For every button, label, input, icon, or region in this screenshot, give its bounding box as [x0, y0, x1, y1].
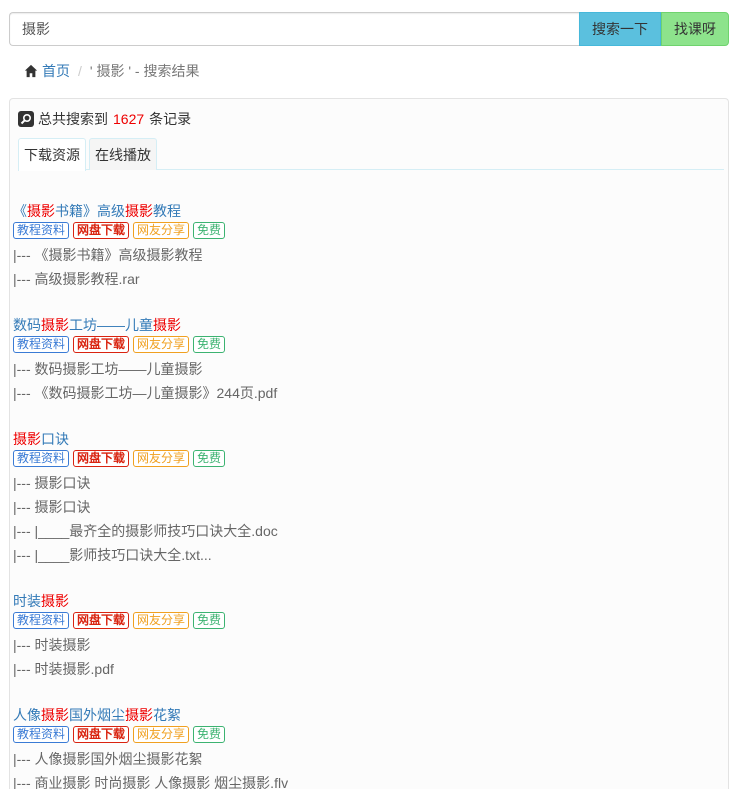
- summary-prefix: 总共搜索到: [38, 111, 108, 127]
- tag-user-share: 网友分享: [133, 222, 190, 239]
- title-text: 国外烟尘: [69, 707, 125, 723]
- title-keyword: 摄影: [27, 203, 55, 219]
- tag-user-share: 网友分享: [133, 726, 190, 743]
- result-tags: 教程资料 网盘下载 网友分享 免费: [13, 222, 725, 240]
- result-item: 摄影口诀 教程资料 网盘下载 网友分享 免费 |--- 摄影口诀 |--- 摄影口诀 |---…: [13, 429, 725, 568]
- result-item: 数码摄影工坊——儿童摄影 教程资料 网盘下载 网友分享 免费 |--- 数码摄影工坊——儿…: [13, 315, 725, 406]
- title-text: 人像: [13, 707, 41, 723]
- result-item: 人像摄影国外烟尘摄影花絮 教程资料 网盘下载 网友分享 免费 |--- 人像摄影国外烟尘摄…: [13, 705, 725, 789]
- title-keyword: 摄影: [13, 431, 41, 447]
- result-item: 时装摄影 教程资料 网盘下载 网友分享 免费 |--- 时装摄影 |--- 时装摄影.pdf: [13, 591, 725, 682]
- results-panel: 总共搜索到 1627 条记录 下载资源 在线播放 《摄影书籍》高级摄影教程 教程资…: [9, 98, 729, 789]
- breadcrumb-separator: /: [78, 63, 82, 79]
- result-title-link[interactable]: 时装摄影: [13, 591, 725, 611]
- tag-free: 免费: [193, 450, 226, 467]
- file-entry: |--- 高级摄影教程.rar: [13, 271, 140, 287]
- tag-netdisk-download: 网盘下载: [73, 726, 130, 743]
- title-text: 《: [13, 203, 27, 219]
- tag-free: 免费: [193, 336, 226, 353]
- search-button[interactable]: 搜索一下: [579, 12, 661, 46]
- title-text: 时装: [13, 593, 41, 609]
- tag-user-share: 网友分享: [133, 336, 190, 353]
- result-tags: 教程资料 网盘下载 网友分享 免费: [13, 450, 725, 468]
- title-text: 花絮: [153, 707, 181, 723]
- result-title-link[interactable]: 《摄影书籍》高级摄影教程: [13, 201, 725, 221]
- result-tabs: 下载资源 在线播放: [18, 138, 724, 171]
- tag-netdisk-download: 网盘下载: [73, 612, 130, 629]
- file-entry: |--- 《摄影书籍》高级摄影教程: [13, 247, 203, 263]
- tag-free: 免费: [193, 726, 226, 743]
- result-tags: 教程资料 网盘下载 网友分享 免费: [13, 726, 725, 744]
- file-entry: |--- 摄影口诀: [13, 475, 91, 491]
- result-tags: 教程资料 网盘下载 网友分享 免费: [13, 612, 725, 630]
- result-title-link[interactable]: 数码摄影工坊——儿童摄影: [13, 315, 725, 335]
- result-title-link[interactable]: 摄影口诀: [13, 429, 725, 449]
- tag-netdisk-download: 网盘下载: [73, 336, 130, 353]
- result-count: 1627: [113, 111, 145, 127]
- title-keyword: 摄影: [41, 317, 69, 333]
- file-entry: |--- 数码摄影工坊——儿童摄影: [13, 361, 203, 377]
- breadcrumb-home-link[interactable]: 首页: [42, 61, 70, 81]
- summary-suffix: 条记录: [149, 111, 192, 127]
- file-entry: |--- |____最齐全的摄影师技巧口诀大全.doc: [13, 523, 278, 539]
- search-icon: [18, 111, 34, 127]
- title-keyword: 摄影: [125, 707, 153, 723]
- result-title-link[interactable]: 人像摄影国外烟尘摄影花絮: [13, 705, 725, 725]
- file-entry: |--- |____影师技巧口诀大全.txt...: [13, 547, 212, 563]
- file-entry: |--- 商业摄影 时尚摄影 人像摄影 烟尘摄影.flv: [13, 775, 289, 789]
- tag-course-material: 教程资料: [13, 612, 70, 629]
- title-keyword: 摄影: [41, 707, 69, 723]
- file-entry: |--- 《数码摄影工坊—儿童摄影》244页.pdf: [13, 385, 278, 401]
- home-icon: [24, 64, 38, 78]
- title-keyword: 摄影: [125, 203, 153, 219]
- tag-course-material: 教程资料: [13, 450, 70, 467]
- search-bar: 搜索一下 找课呀: [9, 12, 729, 46]
- result-item: 《摄影书籍》高级摄影教程 教程资料 网盘下载 网友分享 免费 |--- 《摄影书籍》高级摄…: [13, 201, 725, 292]
- tag-course-material: 教程资料: [13, 726, 70, 743]
- tab-download[interactable]: 下载资源: [18, 138, 86, 171]
- tag-user-share: 网友分享: [133, 612, 190, 629]
- title-text: 教程: [153, 203, 181, 219]
- tag-netdisk-download: 网盘下载: [73, 450, 130, 467]
- breadcrumb-current: ' 摄影 ' - 搜索结果: [89, 63, 200, 79]
- result-list: 《摄影书籍》高级摄影教程 教程资料 网盘下载 网友分享 免费 |--- 《摄影书籍》高级摄…: [13, 201, 725, 789]
- tab-online-play[interactable]: 在线播放: [89, 138, 157, 170]
- file-entry: |--- 时装摄影: [13, 637, 91, 653]
- find-course-button[interactable]: 找课呀: [661, 12, 729, 46]
- title-text: 数码: [13, 317, 41, 333]
- result-tags: 教程资料 网盘下载 网友分享 免费: [13, 336, 725, 354]
- file-entry: |--- 摄影口诀: [13, 499, 91, 515]
- tag-netdisk-download: 网盘下载: [73, 222, 130, 239]
- breadcrumb: 首页 / ' 摄影 ' - 搜索结果: [24, 61, 199, 81]
- file-entry: |--- 人像摄影国外烟尘摄影花絮: [13, 751, 203, 767]
- tag-course-material: 教程资料: [13, 222, 70, 239]
- title-keyword: 摄影: [41, 593, 69, 609]
- tag-free: 免费: [193, 222, 226, 239]
- title-text: 口诀: [41, 431, 69, 447]
- result-summary: 总共搜索到 1627 条记录: [18, 109, 191, 129]
- title-text: 书籍》高级: [55, 203, 125, 219]
- tag-user-share: 网友分享: [133, 450, 190, 467]
- title-keyword: 摄影: [153, 317, 181, 333]
- file-entry: |--- 时装摄影.pdf: [13, 661, 114, 677]
- tag-free: 免费: [193, 612, 226, 629]
- title-text: 工坊——儿童: [69, 317, 153, 333]
- tag-course-material: 教程资料: [13, 336, 70, 353]
- search-input[interactable]: [9, 12, 579, 46]
